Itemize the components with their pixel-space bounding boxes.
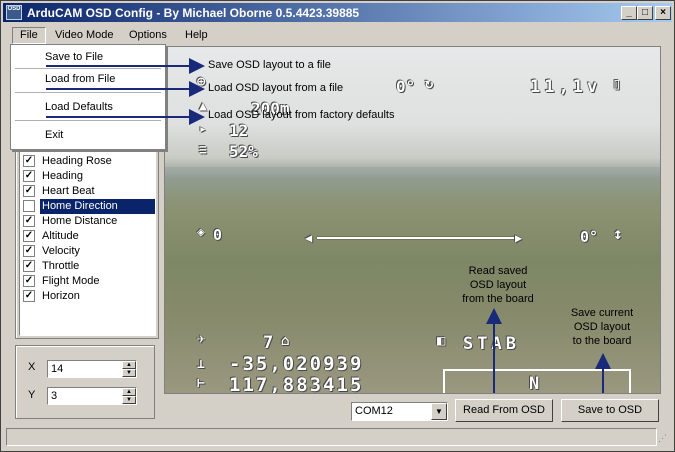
annotation-load: Load OSD layout from a file [208, 82, 344, 94]
annotation-read-line: OSD layout [469, 279, 527, 291]
annotation-write-line: Save current [570, 307, 634, 319]
annotation-write-line: to the board [572, 335, 632, 347]
annotation-write: Save current OSD layout to the board [552, 306, 652, 348]
annotation-arrows [46, 58, 611, 393]
annotation-save: Save OSD layout to a file [208, 59, 331, 71]
annotation-read: Read saved OSD layout from the board [448, 264, 548, 306]
annotation-read-line: Read saved [468, 265, 528, 277]
annotation-defaults: Load OSD layout from factory defaults [208, 109, 395, 121]
annotation-write-line: OSD layout [573, 321, 631, 333]
annotation-read-line: from the board [462, 293, 534, 305]
